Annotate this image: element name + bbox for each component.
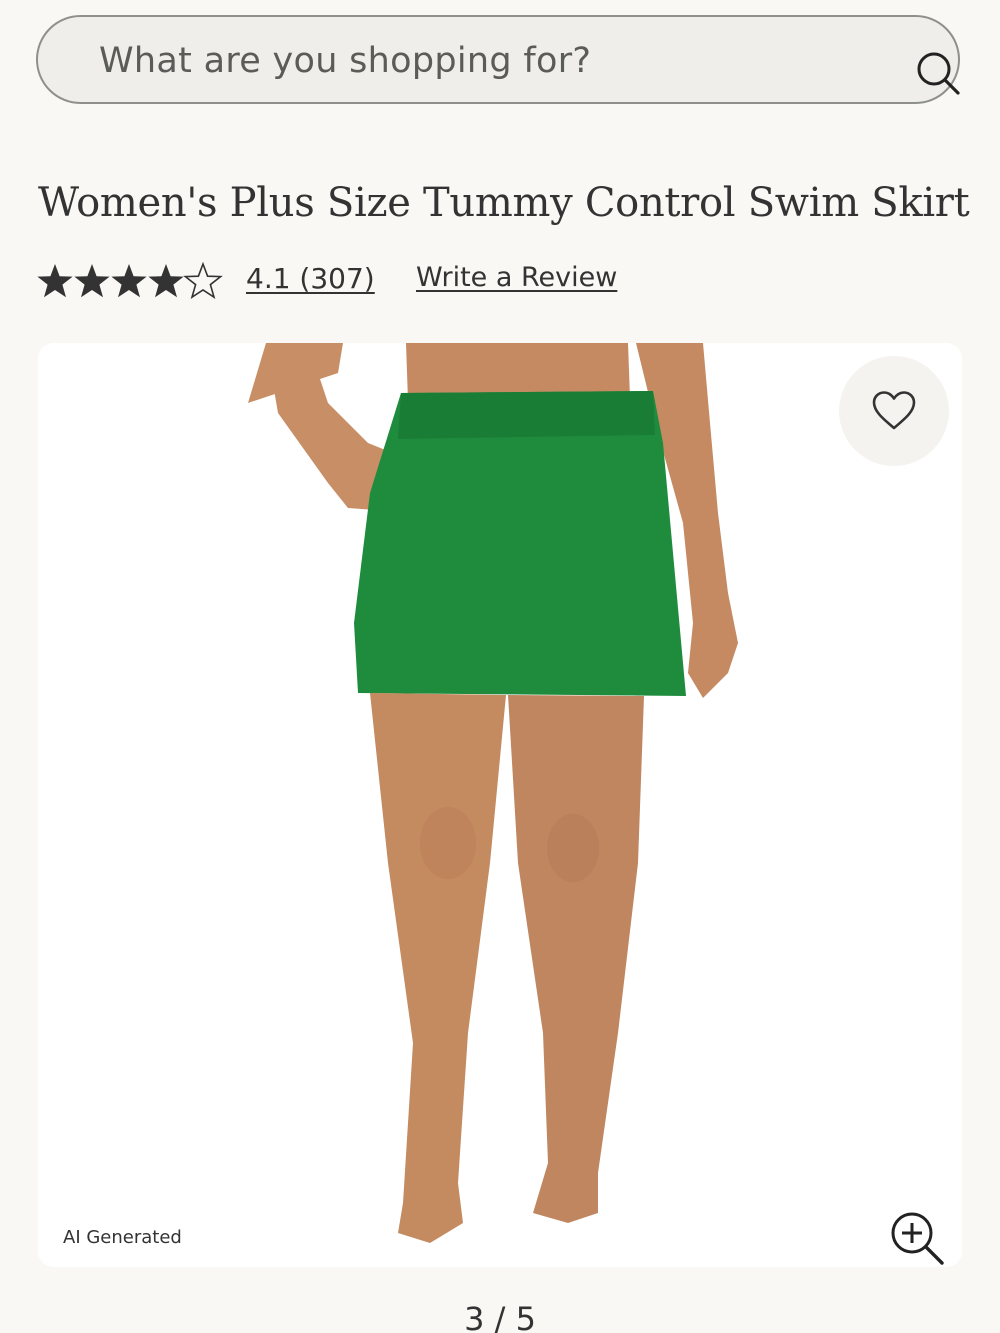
rating-reviews-link[interactable]: 4.1 (307) [246,262,375,295]
search-icon[interactable] [914,49,962,97]
zoom-in-icon[interactable] [890,1211,946,1267]
product-page: What are you shopping for? Women's Plus … [0,0,1000,1333]
gallery-pager: 3 / 5 [464,1300,536,1333]
favorite-button[interactable] [839,356,949,466]
write-review-link[interactable]: Write a Review [416,262,617,293]
search-bar[interactable]: What are you shopping for? [36,15,960,104]
product-image-card[interactable]: AI Generated [38,343,962,1267]
product-photo [38,343,962,1267]
search-input-placeholder[interactable]: What are you shopping for? [99,41,591,81]
product-title: Women's Plus Size Tummy Control Swim Ski… [38,180,970,226]
rating-stars [37,263,222,299]
star-icon [111,264,147,298]
star-icon [148,264,184,298]
heart-icon [872,391,916,430]
ai-generated-label: AI Generated [63,1227,182,1248]
star-icon [37,264,73,298]
star-icon [74,264,110,298]
star-outline-icon [184,263,222,299]
